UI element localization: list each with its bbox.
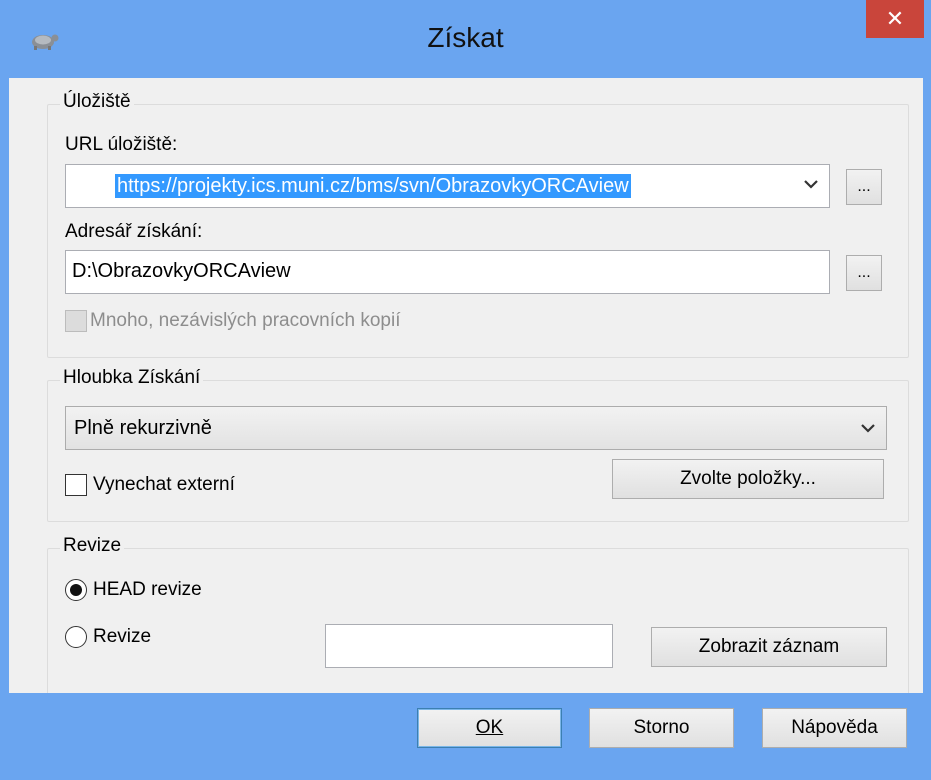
checkout-dir-input[interactable]: D:\ObrazovkyORCAview — [65, 250, 830, 294]
revision-group: Revize — [47, 535, 909, 693]
url-label: URL úložiště: — [65, 134, 178, 155]
chevron-down-icon[interactable] — [860, 419, 876, 440]
specific-revision-radio[interactable] — [65, 626, 87, 648]
cancel-button[interactable]: Storno — [589, 708, 734, 748]
checkout-dir-label: Adresář získání: — [65, 221, 203, 242]
omit-externals-label: Vynechat externí — [93, 474, 235, 495]
dialog-client-area: Úložiště URL úložiště: https://projekty.… — [9, 78, 923, 693]
url-combobox[interactable]: https://projekty.ics.muni.cz/bms/svn/Obr… — [65, 164, 830, 208]
multiple-working-copies-label: Mnoho, nezávislých pracovních kopií — [90, 310, 401, 331]
head-revision-radio[interactable] — [65, 579, 87, 601]
depth-dropdown[interactable]: Plně rekurzivně — [65, 406, 887, 450]
window-title: Získat — [427, 22, 504, 53]
title-bar: Získat ✕ — [0, 0, 931, 78]
multiple-working-copies-checkbox[interactable] — [65, 310, 87, 332]
revision-number-input[interactable] — [325, 624, 613, 668]
radio-selected-dot — [70, 584, 82, 596]
depth-legend: Hloubka Získání — [60, 367, 204, 389]
chevron-down-icon[interactable] — [803, 175, 819, 196]
ok-button[interactable]: OK — [417, 708, 562, 748]
close-button[interactable]: ✕ — [866, 0, 924, 38]
checkout-dir-value: D:\ObrazovkyORCAview — [72, 260, 291, 282]
show-log-button[interactable]: Zobrazit záznam — [651, 627, 887, 667]
head-revision-label: HEAD revize — [93, 579, 202, 600]
depth-selected-value: Plně rekurzivně — [74, 417, 212, 439]
help-button[interactable]: Nápověda — [762, 708, 907, 748]
url-browse-button[interactable]: ... — [846, 169, 882, 205]
specific-revision-label: Revize — [93, 626, 152, 647]
depth-group: Hloubka Získání — [47, 367, 909, 522]
choose-items-button[interactable]: Zvolte položky... — [612, 459, 884, 499]
dir-browse-button[interactable]: ... — [846, 255, 882, 291]
omit-externals-checkbox[interactable] — [65, 474, 87, 496]
ok-button-label: OK — [475, 717, 504, 738]
close-icon: ✕ — [885, 6, 905, 31]
revision-legend: Revize — [60, 535, 125, 557]
url-value: https://projekty.ics.muni.cz/bms/svn/Obr… — [115, 174, 631, 198]
repository-legend: Úložiště — [60, 91, 134, 113]
